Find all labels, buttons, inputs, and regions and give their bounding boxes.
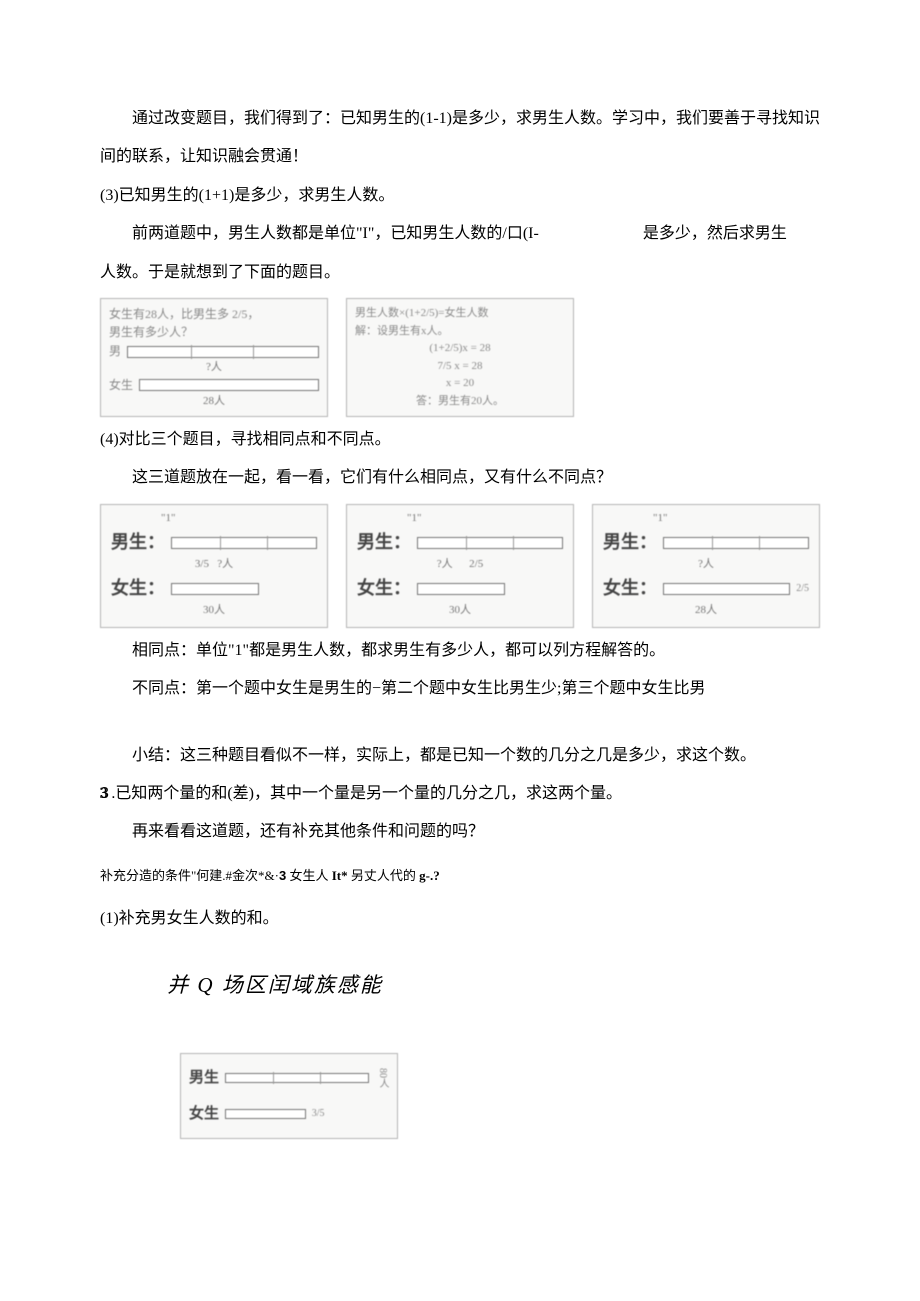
figure-diagram-1: "1" 男生： 3/5 ?人 女生： 30人: [100, 504, 328, 628]
figure-value: 30人: [111, 603, 317, 618]
figure-value: ?人: [109, 360, 319, 375]
figure-equation: (1+2/5)x = 28: [355, 341, 565, 356]
figure-text: 解：设男生有x人。: [355, 324, 565, 339]
heading-section-3: 33 .已知两个量的和(差)，其中一个量是另一个量的几分之几，求这两个量。: [100, 775, 820, 813]
figure-equation: 7/5 x = 28: [355, 359, 565, 374]
heading-4: (4)对比三个题目，寻找相同点和不同点。: [100, 421, 820, 459]
paragraph-summary: 小结：这三种题目看似不一样，实际上，都是已知一个数的几分之几是多少，求这个数。: [100, 737, 820, 775]
figure-row-diagrams: "1" 男生： 3/5 ?人 女生： 30人 "1" 男生： ?人 2/5 女生…: [100, 504, 820, 628]
figure-equation: x = 20: [355, 376, 565, 391]
text-fragment: 补充分造的条件"何建.#金次*&·: [100, 868, 279, 883]
figure-text: 男生有多少人？: [109, 324, 319, 341]
text-fragment: 女生人: [286, 868, 332, 883]
paragraph: 通过改变题目，我们得到了：已知男生的(1-1)是多少，求男生人数。学习中，我们要…: [100, 100, 820, 177]
figure-text: 男生人数×(1+2/5)=女生人数: [355, 306, 565, 321]
document-page: 通过改变题目，我们得到了：已知男生的(1-1)是多少，求男生人数。学习中，我们要…: [0, 0, 920, 1199]
figure-label-female: 女生: [109, 377, 133, 394]
figure-label-female: 女生: [189, 1104, 219, 1125]
figure-value: ?人: [698, 558, 714, 570]
figure-diagram-2: "1" 男生： ?人 2/5 女生： 30人: [346, 504, 574, 628]
paragraph: 人数。于是就想到了下面的题目。: [100, 254, 820, 292]
text-fragment: 另丈人代的: [348, 868, 420, 883]
figure-unit-label: "1": [161, 511, 317, 526]
figure-solution-text: 男生人数×(1+2/5)=女生人数 解：设男生有x人。 (1+2/5)x = 2…: [346, 298, 574, 417]
figure-value: ?人: [217, 558, 233, 570]
figure-row-problem: 女生有28人，比男生多 2/5， 男生有多少人？ 男 ?人 女生 28人 男生人…: [100, 298, 820, 417]
figure-label-male: 男: [109, 343, 121, 360]
text-fragment: 是多少，然后求男生: [643, 225, 787, 242]
section-title: 3 .已知两个量的和(差)，其中一个量是另一个量的几分之几，求这两个量。: [99, 785, 622, 802]
figure-label-male: 男生：: [111, 530, 165, 555]
figure-answer: 答：男生有20人。: [355, 394, 565, 409]
figure-diagram-sum: 男生 80人 女生 3/5: [180, 1053, 398, 1139]
figure-unit-label: "1": [653, 511, 809, 526]
figure-fraction: 3/5: [312, 1107, 325, 1121]
figure-fraction: 2/5: [796, 582, 809, 596]
figure-fraction: 3/5: [195, 558, 209, 570]
figure-label-female: 女生：: [111, 576, 165, 601]
text-fragment: 前两道题中，男生人数都是单位"I"，已知男生人数的/口(I-: [132, 225, 539, 242]
figure-diagram-3: "1" 男生： ?人 女生： 2/5 28人: [592, 504, 820, 628]
figure-problem-text: 女生有28人，比男生多 2/5， 男生有多少人？ 男 ?人 女生 28人: [100, 298, 328, 417]
paragraph: 再来看看这道题，还有补充其他条件和问题的吗？: [100, 813, 820, 851]
paragraph: 前两道题中，男生人数都是单位"I"，已知男生人数的/口(I- 是多少，然后求男生: [100, 215, 820, 253]
sub-heading-1: (1)补充男女生人数的和。: [100, 900, 820, 938]
figure-value: 30人: [357, 603, 563, 618]
figure-value: 28人: [603, 603, 809, 618]
garbled-text-line: 补充分造的条件"何建.#金次*&·3 女生人 It* 另丈人代的 g-.?: [100, 866, 820, 887]
figure-label-male: 男生：: [603, 530, 657, 555]
figure-label-female: 女生：: [357, 576, 411, 601]
heading-3: (3)已知男生的(1+1)是多少，求男生人数。: [100, 177, 820, 215]
paragraph-diff: 不同点：第一个题中女生是男生的−第二个题中女生比男生少;第三个题中女生比男: [100, 670, 820, 708]
figure-value: ?人: [437, 558, 453, 570]
figure-text: 女生有28人，比男生多 2/5，: [109, 306, 319, 323]
figure-fraction: 2/5: [469, 558, 483, 570]
garbled-kai-line: 并 Q 场区闰域族感能: [167, 960, 820, 1010]
figure-value: 28人: [109, 394, 319, 409]
paragraph-same: 相同点：单位"1"都是男生人数，都求男生有多少人，都可以列方程解答的。: [100, 632, 820, 670]
figure-label-male: 男生: [189, 1068, 219, 1089]
figure-unit-label: "1": [407, 511, 563, 526]
figure-total: 80人: [375, 1068, 389, 1088]
paragraph: 这三道题放在一起，看一看，它们有什么相同点，又有什么不同点？: [100, 459, 820, 497]
figure-label-female: 女生：: [603, 576, 657, 601]
figure-label-male: 男生：: [357, 530, 411, 555]
